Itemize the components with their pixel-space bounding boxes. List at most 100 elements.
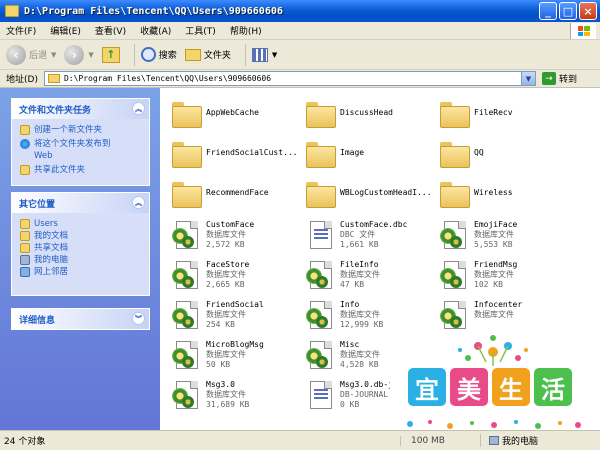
file-size: 12,999 KB [340, 320, 384, 329]
chevron-down-icon: ▼ [51, 50, 57, 59]
close-button[interactable]: × [579, 2, 597, 20]
task-share-folder[interactable]: 共享此文件夹 [20, 164, 143, 176]
file-item[interactable]: FriendMsg 数据库文件 102 KB [432, 256, 572, 296]
task-publish-web[interactable]: 将这个文件夹发布到 Web [20, 138, 143, 162]
folder-item[interactable]: AppWebCache [164, 94, 304, 134]
file-item[interactable]: EmojiFace 数据库文件 5,553 KB [432, 216, 572, 256]
address-path: D:\Program Files\Tencent\QQ\Users\909660… [63, 74, 272, 83]
database-file-icon [306, 260, 336, 290]
folder-item[interactable]: FriendSocialCust... [164, 134, 304, 174]
file-name: QQ [474, 148, 484, 157]
folder-item[interactable]: FileRecv [432, 94, 572, 134]
place-shared-documents[interactable]: 共享文档 [20, 242, 143, 254]
chevron-down-icon[interactable]: ▼ [520, 72, 535, 85]
file-name: AppWebCache [206, 108, 259, 117]
place-users[interactable]: Users [20, 218, 143, 230]
places-panel-title: 其它位置 [19, 199, 56, 210]
back-label: 后退 [29, 51, 48, 61]
views-icon [251, 47, 268, 62]
file-size: 102 KB [474, 280, 503, 289]
menu-favorites[interactable]: 收藏(A) [140, 24, 171, 37]
file-name: RecommendFace [206, 188, 269, 197]
menu-file[interactable]: 文件(F) [6, 24, 36, 37]
watermark-logo: 宜 美 生 活 [390, 330, 596, 440]
file-item[interactable]: Msg3.0 数据库文件 31,689 KB [164, 376, 304, 416]
folders-button[interactable]: 文件夹 [184, 48, 231, 61]
menu-tools[interactable]: 工具(T) [185, 24, 216, 37]
maximize-button[interactable]: □ [559, 2, 577, 20]
file-type: 数据库文件 [206, 390, 246, 399]
folder-item[interactable]: QQ [432, 134, 572, 174]
search-icon [140, 47, 156, 62]
folder-icon [440, 180, 470, 210]
file-item[interactable]: CustomFace 数据库文件 2,572 KB [164, 216, 304, 256]
publish-web-icon [20, 139, 30, 149]
place-my-documents[interactable]: 我的文档 [20, 230, 143, 242]
tasks-panel-header[interactable]: 文件和文件夹任务 ︽ [12, 99, 149, 119]
place-my-computer[interactable]: 我的电脑 [20, 254, 143, 266]
windows-logo-icon [570, 23, 596, 39]
places-panel-header[interactable]: 其它位置 ︽ [12, 193, 149, 213]
folder-item[interactable]: RecommendFace [164, 174, 304, 214]
file-item[interactable]: FriendSocial 数据库文件 254 KB [164, 296, 304, 336]
address-input[interactable]: D:\Program Files\Tencent\QQ\Users\909660… [43, 71, 536, 86]
place-label: 我的文档 [34, 231, 69, 241]
views-button[interactable]: ▼ [251, 47, 278, 62]
forward-button[interactable]: › ▼ [64, 44, 94, 65]
database-file-icon [440, 300, 470, 330]
details-panel-title: 详细信息 [19, 315, 56, 326]
file-type: 数据库文件 [206, 310, 246, 319]
place-network[interactable]: 网上邻居 [20, 266, 143, 278]
file-name: DiscussHead [340, 108, 393, 117]
menu-view[interactable]: 查看(V) [95, 24, 126, 37]
chevron-down-icon: ▼ [271, 50, 278, 59]
folder-icon [172, 140, 202, 170]
folders-label: 文件夹 [203, 51, 231, 61]
folder-item[interactable]: Wireless [432, 174, 572, 214]
chevron-down-icon[interactable]: ︾ [132, 312, 145, 325]
file-name: Image [340, 148, 365, 157]
minimize-button[interactable]: _ [539, 2, 557, 20]
database-file-icon [172, 340, 202, 370]
folder-icon [172, 100, 202, 130]
chevron-up-icon[interactable]: ︽ [132, 102, 145, 115]
folder-icon [440, 100, 470, 130]
file-size: 31,689 KB [206, 400, 250, 409]
place-label: Users [34, 219, 58, 229]
menu-edit[interactable]: 编辑(E) [50, 24, 81, 37]
watermark-char: 美 [450, 368, 488, 406]
up-folder-button[interactable]: ↑ [101, 46, 120, 63]
details-panel-header[interactable]: 详细信息 ︾ [12, 309, 149, 329]
file-type: 数据库文件 [206, 350, 246, 359]
address-bar: 地址(D) D:\Program Files\Tencent\QQ\Users\… [0, 70, 600, 88]
file-item[interactable]: FaceStore 数据库文件 2,665 KB [164, 256, 304, 296]
generic-file-icon [306, 380, 336, 410]
folder-icon [306, 180, 336, 210]
file-item[interactable]: CustomFace.dbc DBC 文件 1,661 KB [298, 216, 438, 256]
search-button[interactable]: 搜索 [140, 47, 177, 62]
go-button[interactable]: → 转到 [541, 72, 577, 85]
file-size: 47 KB [340, 280, 365, 289]
menu-help[interactable]: 帮助(H) [230, 24, 262, 37]
file-name: Infocenter [474, 300, 523, 309]
status-location: 我的电脑 [502, 437, 539, 447]
folder-item[interactable]: WBLogCustomHeadI... [298, 174, 438, 214]
chevron-up-icon[interactable]: ︽ [132, 196, 145, 209]
folder-item[interactable]: Image [298, 134, 438, 174]
folder-item[interactable]: DiscussHead [298, 94, 438, 134]
back-button[interactable]: ‹ 后退 ▼ [6, 44, 57, 65]
tasks-panel-title: 文件和文件夹任务 [19, 105, 92, 116]
share-folder-icon [20, 165, 30, 175]
file-type: 数据库文件 [474, 270, 514, 279]
places-panel: 其它位置 ︽ Users 我的文档 共享文档 我的电脑 网上邻居 [11, 192, 150, 296]
place-label: 共享文档 [34, 243, 69, 253]
file-item[interactable]: FileInfo 数据库文件 47 KB [298, 256, 438, 296]
file-item[interactable]: MicroBlogMsg 数据库文件 50 KB [164, 336, 304, 376]
toolbar: ‹ 后退 ▼ › ▼ ↑ 搜索 文件夹 ▼ [0, 40, 600, 70]
task-new-folder[interactable]: 创建一个新文件夹 [20, 124, 143, 136]
folder-icon [172, 180, 202, 210]
place-label: 网上邻居 [34, 267, 69, 277]
file-name: CustomFace [206, 220, 255, 229]
folder-icon [306, 140, 336, 170]
status-bar: 24 个对象 100 MB 我的电脑 [0, 430, 600, 450]
